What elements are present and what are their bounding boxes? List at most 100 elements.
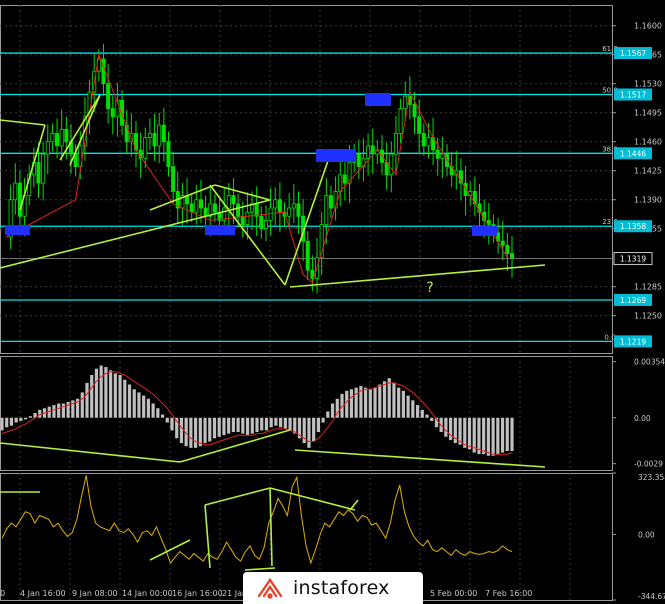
fib-level-value: 1.1219 <box>620 337 646 346</box>
macd-bar <box>378 384 382 418</box>
macd-axis-label: 0.00 <box>634 414 651 423</box>
panel-frame <box>0 5 613 354</box>
macd-bar <box>137 392 141 418</box>
price-tick-label: 1.1460 <box>634 138 662 147</box>
macd-bar <box>387 378 391 418</box>
macd-bar <box>0 417 4 431</box>
candle-body <box>231 195 236 205</box>
candle-body <box>356 153 361 167</box>
macd-bar <box>189 417 193 448</box>
macd-bar <box>19 417 23 421</box>
zone-marker <box>5 225 30 235</box>
macd-bar <box>274 417 278 426</box>
candle-body <box>338 174 343 192</box>
macd-bar <box>491 417 495 456</box>
candle-body <box>273 199 278 209</box>
macd-bar <box>99 365 103 418</box>
macd-bar <box>496 417 500 455</box>
fib-level-label: 0.0 <box>604 333 615 341</box>
macd-bar <box>283 417 287 429</box>
x-axis-label: 4 Jan 16:00 <box>20 589 66 598</box>
zone-marker <box>316 149 356 162</box>
macd-bar <box>28 416 32 418</box>
macd-bar <box>382 381 387 418</box>
candle-body <box>55 133 60 147</box>
macd-bar <box>24 417 28 420</box>
macd-bar <box>123 379 127 418</box>
macd-bar <box>269 417 273 428</box>
zone-marker <box>472 226 497 236</box>
macd-bar <box>368 389 372 418</box>
macd-bar <box>415 405 420 418</box>
macd-bar <box>94 368 99 418</box>
macd-bar <box>170 417 174 431</box>
macd-bar <box>118 375 122 418</box>
fib-level-value: 1.1358 <box>620 222 646 231</box>
candle-body <box>296 203 301 217</box>
macd-bar <box>326 411 330 418</box>
macd-bar <box>500 417 505 453</box>
candle-body <box>36 162 41 184</box>
macd-bar <box>80 392 84 418</box>
candle-body <box>147 133 152 138</box>
macd-bar <box>222 417 226 436</box>
macd-bar <box>505 417 509 451</box>
candle-body <box>59 128 64 147</box>
macd-bar <box>364 387 368 418</box>
x-axis-label: 5 Feb 00:00 <box>430 589 477 598</box>
candle-body <box>263 220 268 230</box>
macd-bar <box>151 403 155 418</box>
candle-body <box>254 203 259 217</box>
price-tick-label: 1.1390 <box>634 196 662 205</box>
candle-body <box>389 153 394 176</box>
macd-bar <box>194 417 198 448</box>
candle-body <box>426 137 431 147</box>
macd-bar <box>449 417 453 440</box>
macd-bar <box>510 417 514 451</box>
candle-body <box>198 199 203 209</box>
macd-bar <box>208 417 212 442</box>
macd-bar <box>406 395 410 418</box>
cci-trend-line <box>204 487 271 506</box>
zone-marker <box>205 225 235 235</box>
price-tick-label: 1.1530 <box>634 80 662 89</box>
macd-bar <box>127 384 132 418</box>
x-axis-label: 9 Jan 08:00 <box>72 589 118 598</box>
macd-bar <box>227 417 231 434</box>
candle-body <box>161 124 166 143</box>
candle-body <box>245 211 250 225</box>
macd-bar <box>349 389 354 418</box>
candle-body <box>435 149 440 159</box>
macd-bar <box>345 390 349 418</box>
macd-bar <box>5 417 9 428</box>
x-axis-label: 00 <box>0 589 5 598</box>
candle-body <box>17 182 22 217</box>
candle-body <box>398 108 403 134</box>
annotation-question-mark: ? <box>426 280 433 296</box>
macd-bar <box>52 405 56 418</box>
candle-body <box>417 116 422 134</box>
cci-axis-label: 0.00 <box>638 530 655 539</box>
x-axis-label: 7 Feb 16:00 <box>485 589 532 598</box>
fib-level-value: 1.1446 <box>620 149 646 158</box>
macd-bar <box>307 417 311 448</box>
candle-body <box>403 95 408 109</box>
macd-bar <box>397 387 401 418</box>
macd-bar <box>156 408 160 418</box>
candle-body <box>171 166 176 192</box>
macd-histogram <box>0 365 514 456</box>
price-tick-label: 1.1250 <box>634 312 662 321</box>
x-axis-label: 16 Jan 16:00 <box>172 589 223 598</box>
macd-bar <box>90 375 94 418</box>
candle-body <box>328 195 333 209</box>
macd-bar <box>250 417 254 434</box>
macd-bar <box>420 409 424 418</box>
cci-trend-line <box>204 504 211 569</box>
macd-trend-line <box>0 442 181 463</box>
macd-bar <box>425 414 429 418</box>
candle-body <box>412 104 417 118</box>
macd-bar <box>411 400 415 418</box>
macd-bar <box>392 382 396 418</box>
macd-bar <box>430 417 434 421</box>
macd-bar <box>109 370 113 418</box>
